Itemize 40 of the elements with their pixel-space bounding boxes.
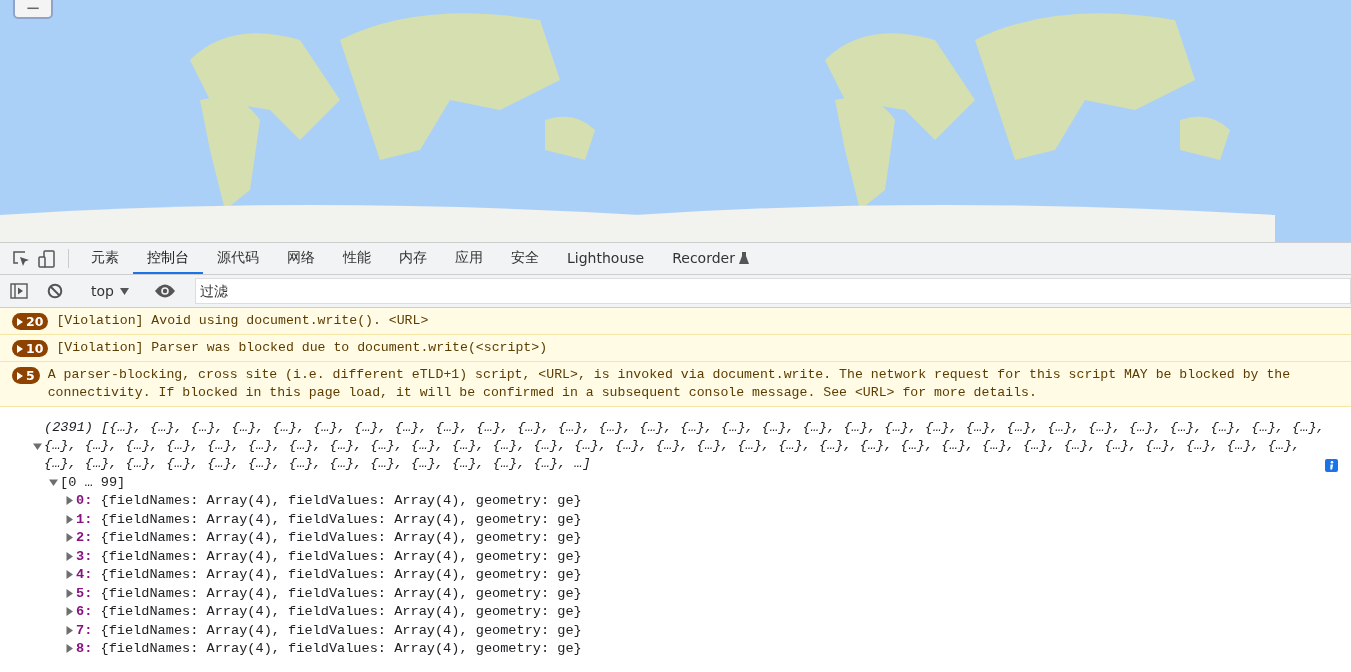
filter-field[interactable]: 过滤 xyxy=(194,278,1351,304)
warning-message: A parser-blocking, cross site (i.e. different eTLD+1) script, <URL>, is invoked via document.write. The network request for this script MAY be blocked by the connectivity. If blocked in this page load, it will be confirmed in a subsequent console message. See <URL> for more details. xyxy=(47,366,1291,402)
array-index: 1: xyxy=(76,511,93,527)
warning-message: [Violation] Parser was blocked due to document.write(<script>) xyxy=(56,339,548,357)
array-index: 7: xyxy=(76,622,93,638)
array-index: 6: xyxy=(76,604,93,620)
array-range[interactable]: [0 … 99] xyxy=(60,474,126,490)
object-preview[interactable]: {fieldNames: Array(4), fieldValues: Array(4), geometry: ge} xyxy=(100,567,582,583)
object-preview[interactable]: {fieldNames: Array(4), fieldValues: Array(4), geometry: ge} xyxy=(100,530,582,546)
array-preview: (2391) [{…}, {…}, {…}, {…}, {…}, {…}, {…}, {…}, {…}, {…}, {…}, {…}, {…}, {…}, {…}, {…}, {…}, {…}, {…}, {…}, {…}, {…}, {…}, {…}, {…}, {…}, {…}, {…}, {…}, {…}, {…}, {…}, {…}, {…}, {…}, {…}, {…}, {…}, {…}, {…}, {…}, {…}, {…}, {…}, {…}, {…}, {…}, {…}, {…}, {…}, {…}, {…}, {…}, {…}, {…}, {…}, {…}, {…}, {…}, {…}, {…}, {…}, {…}, {…}, {…}, {…}, {…}, {…}, {…}, {…}, {…}, {…}, {…}, {…}, …] xyxy=(44,419,1325,473)
object-preview[interactable]: {fieldNames: Array(4), fieldValues: Array(4), geometry: ge} xyxy=(100,622,582,638)
devtools-tab[interactable]: 网络 xyxy=(273,243,329,274)
devtools-tab[interactable]: 应用 xyxy=(441,243,497,274)
object-preview[interactable]: {fieldNames: Array(4), fieldValues: Array(4), geometry: ge} xyxy=(100,511,582,527)
array-index: 8: xyxy=(76,641,93,657)
zoom-out-button[interactable]: − xyxy=(13,0,53,19)
object-preview[interactable]: {fieldNames: Array(4), fieldValues: Array(4), geometry: ge} xyxy=(100,641,582,657)
devtools-tab[interactable]: Lighthouse xyxy=(553,243,659,274)
array-index: 5: xyxy=(76,585,93,601)
array-index: 4: xyxy=(76,567,93,583)
repeat-count-badge[interactable]: 10 xyxy=(12,340,49,357)
object-preview[interactable]: {fieldNames: Array(4), fieldValues: Array(4), geometry: ge} xyxy=(100,585,582,601)
object-preview[interactable]: {fieldNames: Array(4), fieldValues: Array(4), geometry: ge} xyxy=(100,493,582,509)
repeat-count-badge[interactable]: 5 xyxy=(12,367,40,384)
devtools-tab[interactable]: 内存 xyxy=(385,243,441,274)
array-index: 0: xyxy=(76,493,93,509)
caret-icon xyxy=(119,287,129,295)
array-index: 3: xyxy=(76,548,93,564)
repeat-count-badge[interactable]: 20 xyxy=(12,313,49,330)
object-preview[interactable]: {fieldNames: Array(4), fieldValues: Array(4), geometry: ge} xyxy=(100,548,582,564)
devtools-tab[interactable]: 性能 xyxy=(329,243,385,274)
devtools-tab[interactable]: Recorder xyxy=(658,243,763,274)
devtools-tab[interactable]: 源代码 xyxy=(203,243,273,274)
devtools-tab[interactable]: 元素 xyxy=(77,243,133,274)
context-dropdown[interactable]: top xyxy=(85,283,135,299)
warning-message: [Violation] Avoid using document.write(). <URL> xyxy=(56,312,429,330)
object-preview[interactable]: {fieldNames: Array(4), fieldValues: Array(4), geometry: ge} xyxy=(100,604,582,620)
info-icon xyxy=(1324,459,1338,472)
array-index: 2: xyxy=(76,530,93,546)
devtools-tab[interactable]: 安全 xyxy=(497,243,553,274)
